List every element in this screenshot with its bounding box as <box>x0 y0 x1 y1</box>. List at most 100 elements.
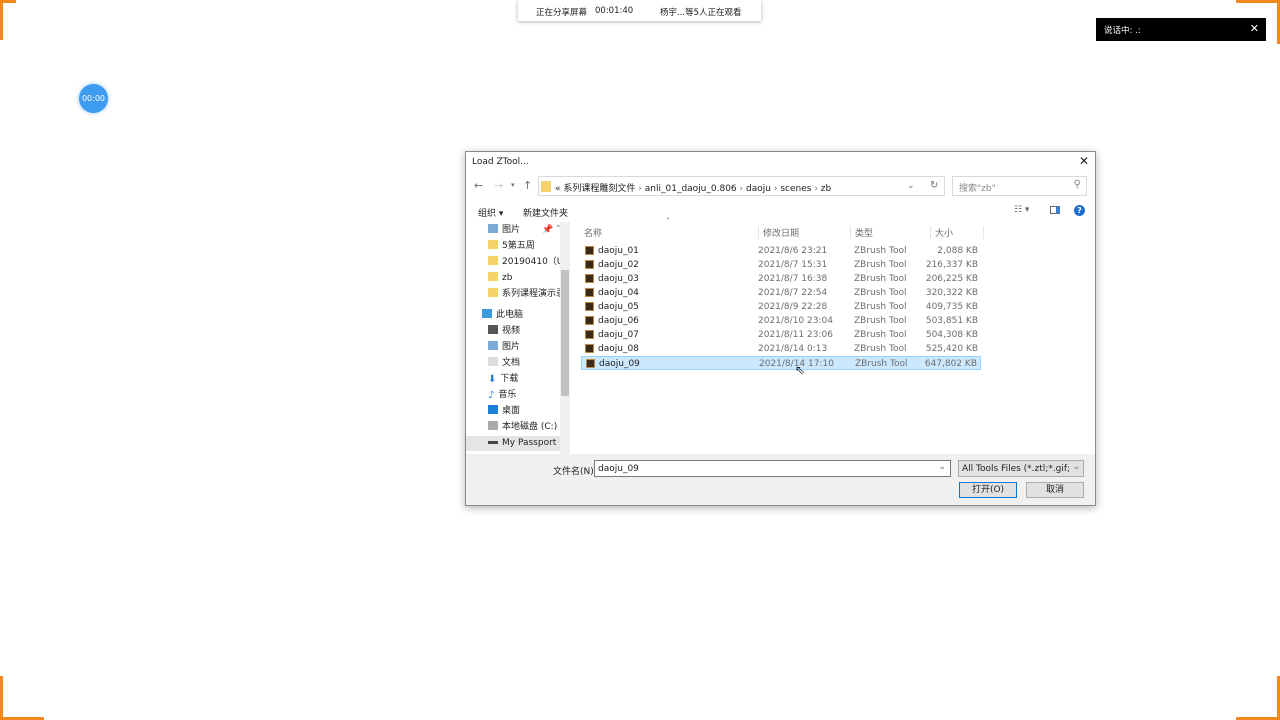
column-header-type[interactable]: 类型 <box>850 226 873 239</box>
up-icon[interactable]: ↑ <box>523 179 532 192</box>
cancel-button[interactable]: 取消 <box>1026 482 1084 498</box>
folder-icon <box>541 181 551 192</box>
file-name: daoju_01 <box>598 246 639 256</box>
file-type-select[interactable]: All Tools Files (*.ztl;*.gif;*.png ⌄ <box>958 460 1084 477</box>
ztool-file-icon <box>585 302 594 311</box>
file-row[interactable]: daoju_06 2021/8/10 23:04 ZBrush Tool 503… <box>581 314 981 328</box>
close-icon[interactable]: ✕ <box>1079 154 1089 168</box>
address-bar[interactable]: « 系列课程雕刻文件 › anli_01_daoju_0.806 › daoju… <box>538 176 945 196</box>
file-size: 206,225 KB <box>925 274 978 284</box>
file-size: 504,308 KB <box>925 330 978 340</box>
file-size: 647,802 KB <box>924 359 977 369</box>
file-date: 2021/8/14 0:13 <box>758 344 828 354</box>
speaking-label: 说话中: .: <box>1104 26 1141 36</box>
content-pane: 图片 📌 ˄ 5第五周 20190410（UV zb 系列课程演示录 此电脑 视频… <box>466 217 1095 454</box>
file-size: 409,735 KB <box>925 302 978 312</box>
sidebar-item[interactable]: ♪ 音乐 <box>488 388 516 403</box>
file-type: ZBrush Tool <box>854 344 907 354</box>
view-options-icon[interactable]: ☷ ▾ <box>1014 205 1029 215</box>
sidebar-item-this-pc[interactable]: 此电脑 <box>482 308 523 323</box>
chevron-down-icon[interactable]: ⌄ <box>938 462 946 472</box>
organize-menu[interactable]: 组织 ▾ <box>478 206 503 219</box>
file-row[interactable]: daoju_04 2021/8/7 22:54 ZBrush Tool 320,… <box>581 286 981 300</box>
filename-input[interactable]: daoju_09 ⌄ <box>594 460 951 477</box>
sidebar-item[interactable]: 20190410（UV <box>488 255 570 270</box>
back-icon[interactable]: ← <box>474 179 483 192</box>
sidebar-item[interactable]: 视频 <box>488 324 520 339</box>
ztool-file-icon <box>585 316 594 325</box>
sidebar-item[interactable]: My Passport (E <box>466 436 560 451</box>
file-type: ZBrush Tool <box>854 316 907 326</box>
speaking-indicator: 说话中: .: ✕ <box>1096 18 1266 41</box>
corner-marker <box>0 0 16 40</box>
chevron-down-icon: ⌄ <box>1072 462 1080 472</box>
sidebar-item[interactable]: 桌面 <box>488 404 520 419</box>
file-size: 320,322 KB <box>925 288 978 298</box>
refresh-icon[interactable]: ↻ <box>930 180 938 191</box>
file-type: ZBrush Tool <box>854 288 907 298</box>
file-row[interactable]: daoju_02 2021/8/7 15:31 ZBrush Tool 216,… <box>581 258 981 272</box>
breadcrumb-item[interactable]: zb <box>821 184 831 194</box>
ztool-file-icon <box>586 359 595 368</box>
breadcrumb-item[interactable]: daoju <box>746 184 771 194</box>
sidebar-item[interactable]: 本地磁盘 (C:) <box>488 420 557 435</box>
file-row[interactable]: daoju_09 2021/8/14 17:10 ZBrush Tool 647… <box>581 356 981 370</box>
close-icon[interactable]: ✕ <box>1250 22 1259 35</box>
column-header-name[interactable]: 名称 <box>584 226 602 239</box>
sidebar-item[interactable]: ⬇ 下载 <box>488 372 518 387</box>
file-name: daoju_08 <box>598 344 639 354</box>
breadcrumb: « 系列课程雕刻文件 › anli_01_daoju_0.806 › daoju… <box>555 184 832 194</box>
sidebar-item[interactable]: 图片 📌 ˄ <box>488 223 561 238</box>
sidebar-item[interactable]: 系列课程演示录 <box>488 287 560 302</box>
file-type: ZBrush Tool <box>854 274 907 284</box>
ztool-file-icon <box>585 260 594 269</box>
recording-timer[interactable]: 00:00 <box>79 84 108 113</box>
file-row[interactable]: daoju_07 2021/8/11 23:06 ZBrush Tool 504… <box>581 328 981 342</box>
open-button[interactable]: 打开(O) <box>959 482 1017 498</box>
sidebar-item[interactable]: zb <box>488 271 512 286</box>
share-status: 正在分享屏幕 <box>536 8 588 18</box>
share-time: 00:01:40 <box>595 6 634 16</box>
sidebar-item[interactable]: 5第五周 <box>488 239 535 254</box>
column-header-size[interactable]: 大小 <box>930 226 984 239</box>
ztool-file-icon <box>585 330 594 339</box>
filename-value: daoju_09 <box>598 464 639 474</box>
file-type: ZBrush Tool <box>854 260 907 270</box>
breadcrumb-overflow[interactable]: « <box>555 184 561 194</box>
recent-chevron-icon[interactable]: ▾ <box>511 181 515 189</box>
file-name: daoju_09 <box>599 359 640 369</box>
file-name: daoju_07 <box>598 330 639 340</box>
load-ztool-dialog: Load ZTool... ✕ ← → ▾ ↑ « 系列课程雕刻文件 › anl… <box>465 151 1096 506</box>
share-viewers[interactable]: 杨宇...等5人正在观看 <box>660 6 742 18</box>
file-name: daoju_06 <box>598 316 639 326</box>
breadcrumb-item[interactable]: scenes <box>780 184 811 194</box>
file-size: 2,088 KB <box>937 246 978 256</box>
file-date: 2021/8/7 16:38 <box>758 274 828 284</box>
sidebar-item[interactable]: 图片 <box>488 340 520 355</box>
chevron-down-icon[interactable]: ⌄ <box>907 181 915 191</box>
preview-pane-icon[interactable] <box>1050 206 1060 214</box>
mouse-cursor: ⇖ <box>795 363 806 377</box>
file-date: 2021/8/7 15:31 <box>758 260 828 270</box>
file-name: daoju_05 <box>598 302 639 312</box>
sidebar-item[interactable]: 文档 <box>488 356 520 371</box>
search-input[interactable]: 搜索"zb" ⚲ <box>952 176 1087 196</box>
breadcrumb-item[interactable]: anli_01_daoju_0.806 <box>645 184 737 194</box>
navigation-sidebar: 图片 📌 ˄ 5第五周 20190410（UV zb 系列课程演示录 此电脑 视频… <box>466 222 570 454</box>
search-icon: ⚲ <box>1073 179 1081 190</box>
sidebar-scrollbar[interactable] <box>560 222 570 454</box>
column-header-date[interactable]: 修改日期 <box>758 226 799 239</box>
breadcrumb-item[interactable]: 系列课程雕刻文件 <box>563 184 635 194</box>
file-name: daoju_02 <box>598 260 639 270</box>
file-type: ZBrush Tool <box>855 359 908 369</box>
file-row[interactable]: daoju_01 2021/8/6 23:21 ZBrush Tool 2,08… <box>581 244 981 258</box>
file-date: 2021/8/7 22:54 <box>758 288 828 298</box>
file-row[interactable]: daoju_08 2021/8/14 0:13 ZBrush Tool 525,… <box>581 342 981 356</box>
file-row[interactable]: daoju_05 2021/8/9 22:28 ZBrush Tool 409,… <box>581 300 981 314</box>
file-row[interactable]: daoju_03 2021/8/7 16:38 ZBrush Tool 206,… <box>581 272 981 286</box>
file-size: 525,420 KB <box>925 344 978 354</box>
ztool-file-icon <box>585 344 594 353</box>
help-icon[interactable]: ? <box>1074 205 1085 216</box>
forward-icon[interactable]: → <box>494 179 503 192</box>
new-folder-button[interactable]: 新建文件夹 <box>523 206 568 219</box>
